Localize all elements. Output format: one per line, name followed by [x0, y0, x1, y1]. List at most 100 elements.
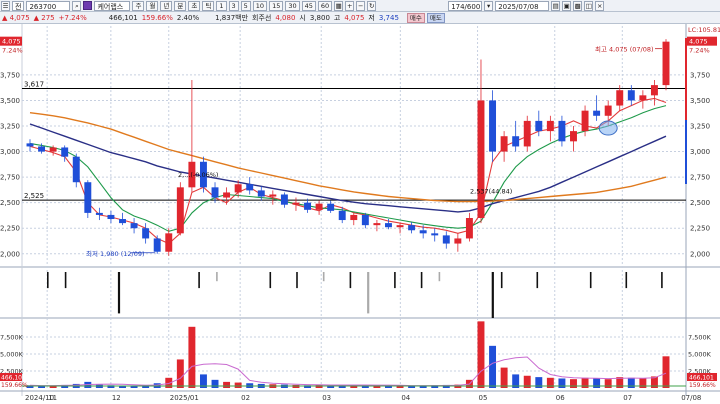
refresh-icon[interactable]: ↻ [367, 0, 377, 11]
volume-bar [211, 379, 219, 388]
y-tick-label: 3,000 [0, 148, 20, 156]
high-value: 3,800 [309, 13, 330, 22]
interval-3[interactable]: 3 [228, 0, 239, 11]
candle-body [546, 120, 554, 132]
candle-body [373, 223, 381, 226]
high-label: 고 [333, 13, 341, 22]
minus-icon[interactable]: − [356, 0, 366, 11]
candle-body [130, 223, 138, 229]
search-icon[interactable]: ⌕ [72, 0, 82, 11]
volume-bar [570, 379, 577, 388]
stock-code-input[interactable]: 263700 [26, 0, 71, 11]
volume-bar [188, 326, 196, 388]
candle-body [257, 190, 265, 197]
stock-chart[interactable]: 3,750 3,750 3,500 3,500 3,250 3,250 3,000 3,000… [0, 24, 720, 404]
x-tick-label: 03 [322, 394, 331, 402]
date-field[interactable]: 2025/07/08 [495, 0, 550, 11]
candle-body [107, 214, 115, 220]
candle-body [489, 100, 497, 152]
interval-10[interactable]: 10 [252, 0, 268, 11]
volume-tick-label-right: 7,500K [688, 334, 712, 342]
x-tick-label: 05 [479, 394, 488, 402]
volume-bar [593, 378, 601, 388]
close-icon[interactable]: × [595, 0, 605, 11]
candle-body [61, 147, 69, 157]
stock-logo-icon [83, 1, 93, 10]
volume-bar [489, 345, 497, 388]
volume-bar [662, 356, 670, 388]
volume-bar [477, 321, 485, 388]
interval-5[interactable]: 5 [240, 0, 251, 11]
price-value: 4,075 [9, 13, 30, 22]
market-select[interactable]: 전 [12, 0, 25, 11]
turnover-label: 회주선 [252, 13, 272, 22]
left-price-pct: 7.24% [2, 47, 23, 55]
interval-1[interactable]: 1 [216, 0, 227, 11]
zoom-count-field[interactable]: 174/600 [448, 0, 483, 11]
calendar-icon[interactable]: ▤ [551, 0, 561, 11]
vol-right-pct: 159.66% [689, 382, 716, 389]
tab-second[interactable]: 초 [188, 0, 201, 11]
mid-annotation: 2,537(44.84) [470, 188, 512, 196]
cross-icon[interactable]: + [345, 0, 355, 11]
buy-button[interactable]: 매수 [406, 12, 425, 23]
candle-body [176, 187, 184, 234]
x-tick-label: 06 [556, 394, 565, 402]
save-icon[interactable]: ◫ [584, 0, 594, 11]
candle-body [408, 225, 416, 231]
interval-15[interactable]: 15 [269, 0, 284, 11]
amount-label: 1,837백만 [215, 13, 249, 22]
x-tick-label: 11 [48, 394, 57, 402]
zoom-in-icon[interactable]: ▾ [484, 0, 494, 11]
tab-tick[interactable]: 틱 [202, 0, 215, 11]
sell-button[interactable]: 매도 [426, 12, 445, 23]
candle-body [558, 120, 566, 142]
y-tick-label-right: 2,500 [690, 199, 710, 207]
right-top-label: LC:105.81 [688, 26, 720, 34]
volume-tick-label: 5,000K [0, 351, 24, 359]
toolbar-row-1: ☰ 전 263700 ⌕ 케어랩스 주 월 년 분 초 틱 1 3 5 10 1… [0, 0, 720, 12]
candle-body [627, 90, 635, 101]
candle-body [535, 120, 543, 132]
candle-body [292, 202, 300, 205]
low-annotation: 최저 1,980 (12/09) [86, 249, 145, 258]
candle-body [431, 233, 439, 236]
right-price-pct: 7.24% [689, 47, 710, 55]
volume-ratio: 159.66% [141, 13, 173, 22]
tab-month[interactable]: 월 [146, 0, 159, 11]
lock-icon[interactable]: ▣ [562, 0, 572, 11]
y-tick-label-right: 3,750 [690, 71, 710, 79]
candle-body [385, 223, 392, 228]
low-value: 4,075 [344, 13, 365, 22]
candle-body [500, 136, 508, 152]
grid-icon[interactable]: ▩ [573, 0, 583, 11]
menu-icon[interactable]: ☰ [1, 0, 10, 11]
tab-minute[interactable]: 분 [174, 0, 187, 11]
y-tick-label: 3,500 [0, 97, 20, 105]
interval-45[interactable]: 45 [301, 0, 316, 11]
x-tick-label: 02 [241, 394, 250, 402]
y-tick-label: 3,250 [0, 123, 20, 131]
candle-body [616, 90, 624, 106]
vol-left-text: 466,101 [1, 375, 26, 382]
change-value: 275 [41, 13, 55, 22]
open-value: 4,080 [275, 13, 296, 22]
current-price: ▲ 4,075 [2, 13, 30, 22]
candle-body [269, 194, 277, 197]
y-tick-label: 3,750 [0, 71, 20, 79]
y-tick-label-right: 2,000 [690, 250, 710, 258]
candle-body [234, 184, 242, 193]
x-tick-label: 2025/01 [170, 394, 199, 402]
x-tick-label: 07 [623, 394, 632, 402]
x-tick-label: 12 [112, 394, 121, 402]
interval-60[interactable]: 60 [317, 0, 333, 11]
tab-year[interactable]: 년 [160, 0, 173, 11]
candle-body [280, 194, 288, 205]
volume-tick-label: 7,500K [0, 334, 24, 342]
candle-body [338, 210, 346, 221]
tab-week[interactable]: 주 [132, 0, 145, 11]
low-label: 저 [368, 13, 375, 22]
candle-body [315, 203, 323, 210]
interval-30[interactable]: 30 [285, 0, 300, 11]
chart-settings-icon[interactable]: ▦ [334, 0, 344, 11]
